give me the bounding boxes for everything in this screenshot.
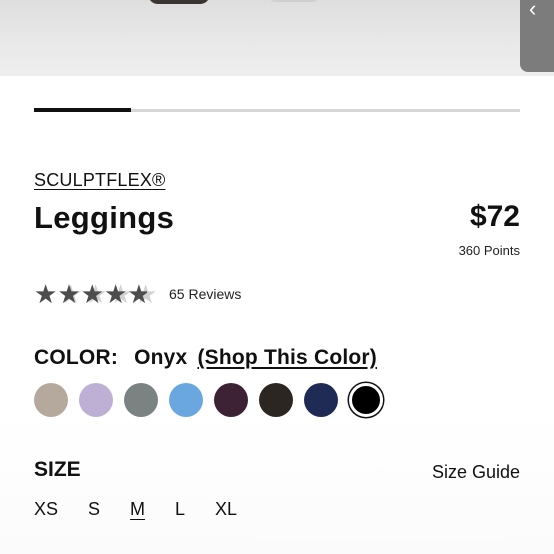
star-icon: ★	[57, 281, 81, 307]
product-image-shoe-secondary	[268, 0, 320, 2]
product-image-shoe	[148, 0, 210, 4]
brand-link[interactable]: SCULPTFLEX®	[34, 170, 166, 191]
product-title: Leggings	[34, 200, 175, 235]
rating-summary[interactable]: ★ ★ ★ ★ ★ ★ ★ ★ ★ ★ 65 Reviews	[34, 281, 241, 307]
size-guide-link[interactable]: Size Guide	[432, 462, 520, 483]
star-icon: ★	[127, 281, 147, 307]
size-label: SIZE	[34, 458, 81, 481]
size-option[interactable]: XL	[215, 499, 237, 520]
color-swatch[interactable]	[349, 383, 383, 417]
size-option[interactable]: M	[130, 499, 145, 520]
star-icon: ★	[80, 281, 104, 307]
color-swatch[interactable]	[259, 383, 293, 417]
reward-points: 360 Points	[458, 243, 520, 258]
star-rating-fill: ★ ★ ★ ★ ★	[34, 281, 147, 307]
color-swatch[interactable]	[79, 383, 113, 417]
color-swatch[interactable]	[169, 383, 203, 417]
size-option[interactable]: S	[88, 499, 100, 520]
chevron-left-icon: ‹	[529, 0, 537, 21]
shop-this-color-link[interactable]: (Shop This Color)	[197, 346, 377, 369]
color-swatch[interactable]	[304, 383, 338, 417]
color-swatch[interactable]	[124, 383, 158, 417]
star-icon: ★	[34, 281, 58, 307]
size-option-list: XS S M L XL	[34, 499, 267, 520]
color-label: COLOR:	[34, 346, 119, 369]
gallery-progress-indicator	[34, 108, 132, 112]
reviews-link[interactable]: 65 Reviews	[169, 286, 241, 302]
product-price: $72	[469, 200, 520, 233]
size-option[interactable]: L	[175, 499, 185, 520]
star-icon: ★	[103, 281, 128, 307]
color-swatch-list	[34, 383, 383, 417]
star-rating: ★ ★ ★ ★ ★ ★ ★ ★ ★ ★	[34, 281, 159, 307]
image-prev-button[interactable]: ‹	[520, 0, 554, 72]
color-heading: COLOR: Onyx (Shop This Color)	[34, 346, 377, 370]
size-option[interactable]: XS	[34, 499, 58, 520]
product-image-strip[interactable]: ‹	[0, 0, 554, 76]
selected-color-name: Onyx	[134, 346, 188, 369]
color-swatch[interactable]	[214, 383, 248, 417]
color-swatch[interactable]	[34, 383, 68, 417]
